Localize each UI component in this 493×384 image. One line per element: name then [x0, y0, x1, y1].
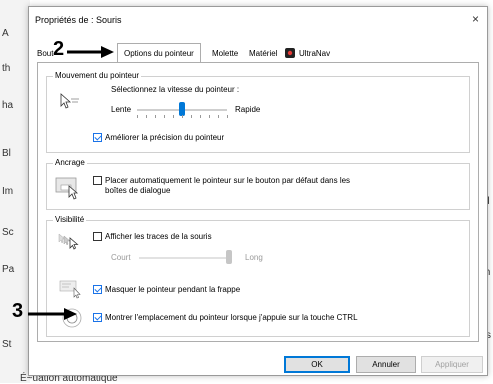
bg-fragment: Sc [2, 227, 14, 238]
slider-tick [218, 115, 219, 118]
bg-fragment: Pa [2, 264, 15, 275]
snap-label-line1: Placer automatiquement le pointeur sur l… [105, 176, 351, 185]
tab-pointer-options[interactable]: Options du pointeur [117, 43, 201, 63]
annotation-arrow-3 [28, 307, 78, 326]
snap-to-icon [55, 176, 83, 205]
snap-legend: Ancrage [53, 158, 87, 167]
tab-panel-pointer-options: Mouvement du pointeur Sélectionnez la vi… [37, 62, 479, 342]
apply-button[interactable]: Appliquer [421, 356, 483, 373]
speed-fast-label: Rapide [235, 105, 261, 114]
slider-tick [137, 115, 138, 118]
hide-pointer-checkbox[interactable] [93, 285, 102, 294]
title-bar: Propriétés de : Souris × [29, 7, 487, 35]
tab-ultranav[interactable]: UltraNav [299, 49, 330, 58]
slider-tick [164, 115, 165, 118]
speed-slider-ticks [137, 115, 228, 118]
bg-fragment: th [2, 63, 11, 74]
trails-checkbox[interactable] [93, 232, 102, 241]
bg-fragment: ha [2, 100, 14, 111]
snap-checkbox[interactable] [93, 176, 102, 185]
close-button[interactable]: × [472, 12, 479, 26]
pointer-speed-icon [57, 91, 81, 116]
trails-label: Afficher les traces de la souris [105, 232, 212, 241]
bg-fragment: St [2, 339, 12, 350]
pointer-trails-icon [57, 231, 85, 258]
speed-slider-thumb[interactable] [179, 102, 185, 116]
slider-tick [191, 115, 192, 118]
slider-tick [227, 115, 228, 118]
speed-slow-label: Lente [111, 105, 132, 114]
tab-hardware[interactable]: Matériel [249, 49, 277, 58]
cancel-button[interactable]: Annuler [356, 356, 416, 373]
slider-tick [209, 115, 210, 118]
precision-checkbox[interactable] [93, 133, 102, 142]
trails-short-label: Court [111, 253, 131, 262]
precision-label: Améliorer la précision du pointeur [105, 133, 225, 142]
slider-tick [200, 115, 201, 118]
trails-long-label: Long [245, 253, 263, 262]
speed-label: Sélectionnez la vitesse du pointeur : [111, 85, 240, 94]
visibility-legend: Visibilité [53, 215, 87, 224]
dialog-title: Propriétés de : Souris [35, 15, 122, 25]
snap-label-line2: boîtes de dialogue [105, 186, 171, 195]
slider-tick [146, 115, 147, 118]
ok-button[interactable]: OK [284, 356, 350, 373]
tab-wheel[interactable]: Molette [212, 49, 238, 58]
bg-fragment: A [2, 28, 9, 39]
motion-group: Mouvement du pointeur Sélectionnez la vi… [46, 71, 470, 153]
hide-pointer-icon [59, 278, 85, 305]
visibility-group: Visibilité Afficher les traces de la sou… [46, 215, 470, 337]
annotation-marker-2: 2 [53, 38, 65, 60]
bg-fragment: Bl [2, 148, 11, 159]
tab-buttons[interactable]: Bout [37, 49, 53, 58]
slider-tick [173, 115, 174, 118]
trails-slider-track[interactable] [139, 257, 231, 259]
hide-pointer-label: Masquer le pointeur pendant la frappe [105, 285, 241, 294]
slider-tick [182, 115, 183, 118]
annotation-arrow-2 [67, 45, 115, 64]
snap-group: Ancrage Placer automatiquement le pointe… [46, 158, 470, 210]
background-window-left: A th ha Bl Im Sc Pa St [0, 0, 30, 383]
slider-tick [155, 115, 156, 118]
show-location-label: Montrer l'emplacement du pointeur lorsqu… [105, 313, 358, 322]
motion-legend: Mouvement du pointeur [53, 71, 142, 80]
trails-slider-thumb[interactable] [226, 250, 232, 264]
show-location-checkbox[interactable] [93, 313, 102, 322]
bg-fragment: Im [2, 186, 14, 197]
annotation-marker-3: 3 [12, 300, 24, 322]
